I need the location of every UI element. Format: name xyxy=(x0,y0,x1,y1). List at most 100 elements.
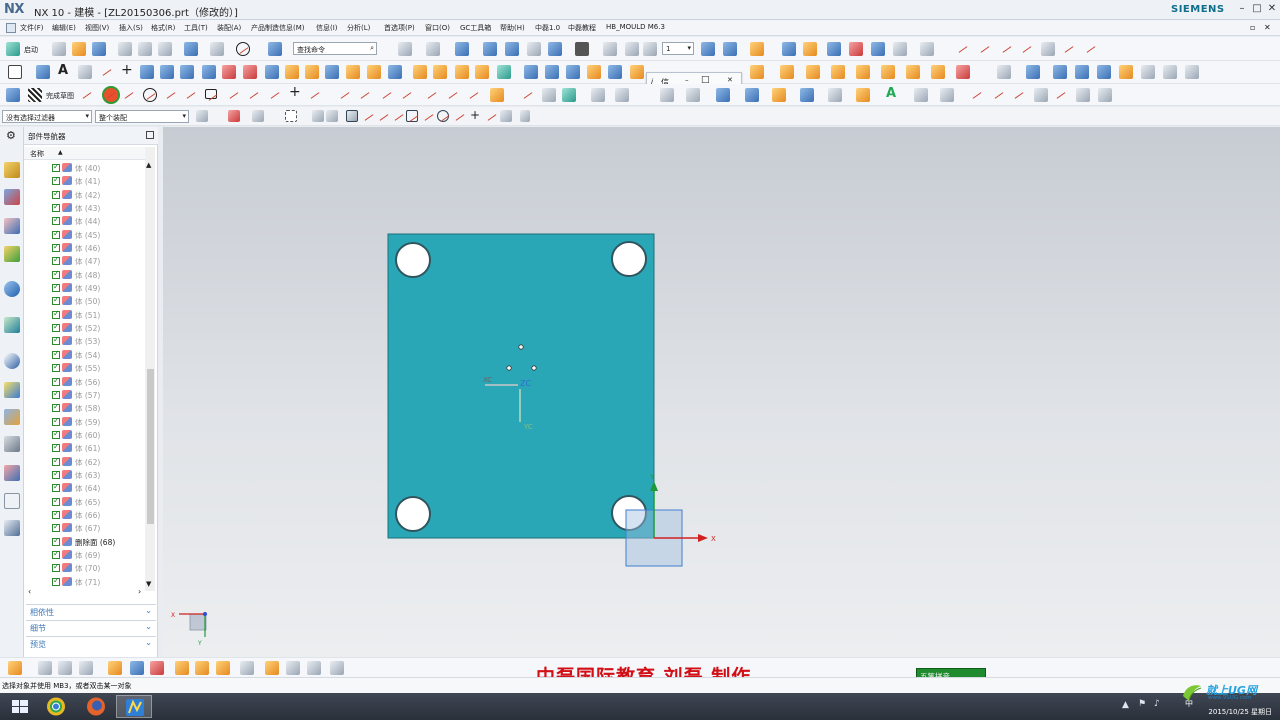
tree-node[interactable]: 体 (46) xyxy=(24,241,145,254)
replace-face-icon[interactable] xyxy=(497,65,511,79)
menu-info[interactable]: 信息(I) xyxy=(316,23,338,33)
selection-scope-select[interactable]: 整个装配 ▾ xyxy=(95,110,189,123)
history-icon[interactable] xyxy=(4,353,20,369)
tree-node[interactable]: 删除面 (68) xyxy=(24,535,145,548)
shading-toggle-icon[interactable] xyxy=(745,88,759,102)
wireframe-icon[interactable] xyxy=(505,42,519,56)
pattern-icon[interactable] xyxy=(413,65,427,79)
panel-preview[interactable]: 预览 ⌄ xyxy=(26,636,156,650)
layer-visible-icon[interactable] xyxy=(625,42,639,56)
shaded-icon[interactable] xyxy=(483,42,497,56)
system-scene-icon[interactable] xyxy=(4,493,20,509)
maximize-button[interactable]: □ xyxy=(1251,2,1263,16)
fit-view-icon[interactable] xyxy=(455,42,469,56)
style-icon[interactable] xyxy=(800,88,814,102)
swept-icon[interactable] xyxy=(881,65,895,79)
trim-sheet-icon[interactable] xyxy=(997,65,1011,79)
studio-spline-icon[interactable] xyxy=(247,88,261,102)
finish-sketch-icon[interactable] xyxy=(28,88,42,102)
tree-node[interactable]: 体 (50) xyxy=(24,294,145,307)
visibility-checkbox[interactable] xyxy=(52,469,60,479)
boss-icon[interactable] xyxy=(202,65,216,79)
visibility-checkbox[interactable] xyxy=(52,576,60,586)
ruled-surface-icon[interactable] xyxy=(856,65,870,79)
drafting-icon[interactable] xyxy=(893,42,907,56)
trim-body-icon[interactable] xyxy=(367,65,381,79)
visibility-checkbox[interactable] xyxy=(52,269,60,279)
visibility-checkbox[interactable] xyxy=(52,322,60,333)
popup-close-button[interactable]: ✕ xyxy=(727,76,733,84)
lattice-icon[interactable] xyxy=(940,88,954,102)
make-corner-icon[interactable] xyxy=(1041,42,1055,56)
tree-node[interactable]: 体 (47) xyxy=(24,254,145,267)
type-filter-select[interactable]: 没有选择过滤器 ▾ xyxy=(2,110,92,123)
render-style-icon[interactable] xyxy=(426,42,440,56)
firefox-icon[interactable] xyxy=(78,695,114,718)
visibility-checkbox[interactable] xyxy=(52,536,60,546)
start-button[interactable]: 启动 xyxy=(24,45,38,55)
assembly-navigator-icon[interactable] xyxy=(4,162,20,178)
snap-quadrant-icon[interactable] xyxy=(422,110,434,122)
tree-node[interactable]: 体 (43) xyxy=(24,201,145,214)
copy-layer-icon[interactable] xyxy=(723,42,737,56)
face-rule-icon[interactable] xyxy=(326,110,338,122)
shell-icon[interactable] xyxy=(325,65,339,79)
tree-node[interactable]: 体 (58) xyxy=(24,401,145,414)
menu-view[interactable]: 视图(V) xyxy=(85,23,109,33)
tree-node[interactable]: 体 (51) xyxy=(24,308,145,321)
redo-icon[interactable] xyxy=(210,42,224,56)
web-browser-icon[interactable] xyxy=(4,281,20,297)
measure-icon[interactable] xyxy=(782,42,796,56)
alternate-solution-icon[interactable] xyxy=(591,88,605,102)
extend-icon[interactable] xyxy=(978,42,992,56)
select-all-icon[interactable] xyxy=(228,110,240,122)
pull-face-icon[interactable] xyxy=(545,65,559,79)
rectangle-icon[interactable] xyxy=(8,65,22,79)
tree-node[interactable]: 体 (42) xyxy=(24,188,145,201)
menu-insert[interactable]: 插入(S) xyxy=(119,23,143,33)
sketch-relations-icon[interactable] xyxy=(615,88,629,102)
extrude-icon[interactable] xyxy=(140,65,154,79)
visibility-checkbox[interactable] xyxy=(52,362,60,373)
tree-node[interactable]: 体 (65) xyxy=(24,495,145,508)
quick-extend-icon[interactable] xyxy=(446,88,460,102)
update-icon[interactable] xyxy=(307,661,321,675)
snap-midpoint-icon[interactable] xyxy=(362,110,374,122)
measure-distance-icon[interactable] xyxy=(38,661,52,675)
menu-edit[interactable]: 编辑(E) xyxy=(52,23,76,33)
snap-icon[interactable] xyxy=(803,42,817,56)
split-body-icon[interactable] xyxy=(388,65,402,79)
save-icon[interactable] xyxy=(92,42,106,56)
view-orient-icon[interactable] xyxy=(398,42,412,56)
tree-node[interactable]: 体 (44) xyxy=(24,214,145,227)
system-materials-icon[interactable] xyxy=(4,382,20,398)
expression-icon[interactable] xyxy=(286,661,300,675)
callout-icon[interactable] xyxy=(914,88,928,102)
visibility-checkbox[interactable] xyxy=(52,162,60,172)
menu-help[interactable]: 帮助(H) xyxy=(500,23,525,33)
patch-icon[interactable] xyxy=(780,65,794,79)
vector-constructor-icon[interactable] xyxy=(108,661,122,675)
visibility-checkbox[interactable] xyxy=(52,189,60,199)
annotation-icon[interactable]: A xyxy=(886,86,896,101)
tree-node[interactable]: 体 (62) xyxy=(24,455,145,468)
visibility-checkbox[interactable] xyxy=(52,175,60,186)
visibility-checkbox[interactable] xyxy=(52,309,60,319)
menu-close-icon[interactable]: ✕ xyxy=(1264,23,1271,32)
offset-sketch-icon[interactable] xyxy=(308,88,322,102)
animate-dimension-icon[interactable] xyxy=(686,88,700,102)
curve-rule-icon[interactable] xyxy=(312,110,324,122)
visibility-checkbox[interactable] xyxy=(52,496,60,506)
snap-control-icon[interactable] xyxy=(377,110,389,122)
visibility-checkbox[interactable] xyxy=(52,295,60,306)
menu-grid-icon[interactable] xyxy=(6,23,16,33)
quick-trim-icon[interactable] xyxy=(425,88,439,102)
polygon-icon[interactable] xyxy=(227,88,241,102)
visibility-checkbox[interactable] xyxy=(52,549,60,559)
tree-node[interactable]: 体 (63) xyxy=(24,468,145,481)
face-analysis-icon[interactable] xyxy=(548,42,562,56)
update-model-icon[interactable] xyxy=(716,88,730,102)
edge-blend-icon[interactable] xyxy=(285,65,299,79)
start-icon[interactable] xyxy=(6,42,20,56)
offset-face-icon[interactable] xyxy=(475,65,489,79)
